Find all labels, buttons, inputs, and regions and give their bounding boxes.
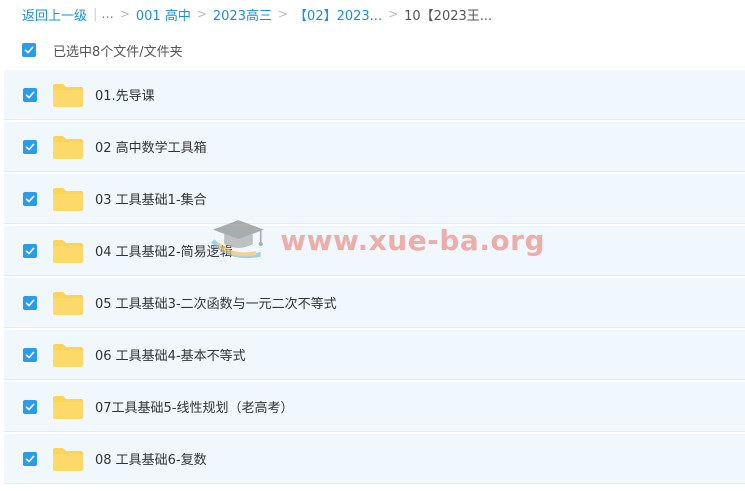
- row-checkbox[interactable]: [23, 451, 37, 466]
- chevron-right-icon: >: [388, 7, 399, 21]
- checkmark-icon: [25, 455, 35, 462]
- file-name: 02 高中数学工具箱: [95, 141, 207, 156]
- row-checkbox[interactable]: [23, 139, 37, 154]
- checkmark-icon: [25, 195, 35, 202]
- chevron-right-icon: >: [277, 7, 289, 21]
- selection-count-label: 已选中8个文件/文件夹: [53, 44, 183, 60]
- chevron-right-icon: >: [119, 7, 130, 21]
- folder-icon: [53, 135, 83, 159]
- file-name: 04 工具基础2-简易逻辑: [95, 245, 233, 260]
- file-name: 06 工具基础4-基本不等式: [95, 349, 246, 364]
- file-name: 07工具基础5-线性规划（老高考）: [95, 401, 294, 416]
- breadcrumb-item-2023[interactable]: 【02】2023...: [294, 5, 382, 24]
- folder-icon: [53, 395, 83, 419]
- breadcrumb-current: 10【2023王...: [404, 8, 493, 24]
- checkmark-icon: [25, 247, 35, 254]
- list-item[interactable]: 04 工具基础2-简易逻辑: [4, 226, 745, 276]
- breadcrumb-item-high-school[interactable]: 001 高中: [136, 5, 191, 24]
- back-link[interactable]: 返回上一级: [22, 5, 87, 24]
- breadcrumb-divider: |: [93, 6, 98, 22]
- list-item[interactable]: 07工具基础5-线性规划（老高考）: [4, 382, 745, 432]
- checkmark-icon: [25, 351, 35, 358]
- list-item[interactable]: 06 工具基础4-基本不等式: [4, 330, 745, 380]
- file-name: 01.先导课: [95, 89, 155, 104]
- breadcrumb-item-senior-three[interactable]: 2023高三: [213, 5, 272, 24]
- row-checkbox[interactable]: [23, 191, 37, 206]
- list-item[interactable]: 01.先导课: [4, 70, 745, 120]
- breadcrumb: 返回上一级 | ... > 001 高中 > 2023高三 > 【02】2023…: [0, 0, 745, 28]
- file-name: 05 工具基础3-二次函数与一元二次不等式: [95, 297, 337, 312]
- checkmark-icon: [25, 299, 35, 306]
- list-item[interactable]: 05 工具基础3-二次函数与一元二次不等式: [4, 278, 745, 328]
- file-name: 03 工具基础1-集合: [95, 193, 207, 208]
- selection-bar: 已选中8个文件/文件夹: [0, 34, 745, 66]
- row-checkbox[interactable]: [23, 87, 37, 102]
- checkmark-icon: [25, 403, 35, 410]
- list-item[interactable]: 03 工具基础1-集合: [4, 174, 745, 224]
- row-checkbox[interactable]: [23, 295, 37, 310]
- chevron-right-icon: >: [196, 7, 207, 21]
- file-list: 01.先导课 02 高中数学工具箱 03 工具基础1-集合 04 工具基础2-简…: [4, 70, 745, 486]
- folder-icon: [53, 343, 83, 367]
- folder-icon: [53, 291, 83, 315]
- list-item[interactable]: 02 高中数学工具箱: [4, 122, 745, 172]
- folder-icon: [53, 187, 83, 211]
- select-all-checkbox[interactable]: [22, 43, 36, 57]
- list-item[interactable]: 08 工具基础6-复数: [4, 434, 745, 484]
- file-name: 08 工具基础6-复数: [95, 453, 207, 468]
- row-checkbox[interactable]: [23, 399, 37, 414]
- row-checkbox[interactable]: [23, 243, 37, 258]
- checkmark-icon: [24, 46, 34, 54]
- folder-icon: [53, 239, 83, 263]
- checkmark-icon: [25, 143, 35, 150]
- folder-icon: [53, 447, 83, 471]
- breadcrumb-ellipsis[interactable]: ...: [101, 7, 113, 22]
- checkmark-icon: [25, 91, 35, 98]
- folder-icon: [53, 83, 83, 107]
- row-checkbox[interactable]: [23, 347, 37, 362]
